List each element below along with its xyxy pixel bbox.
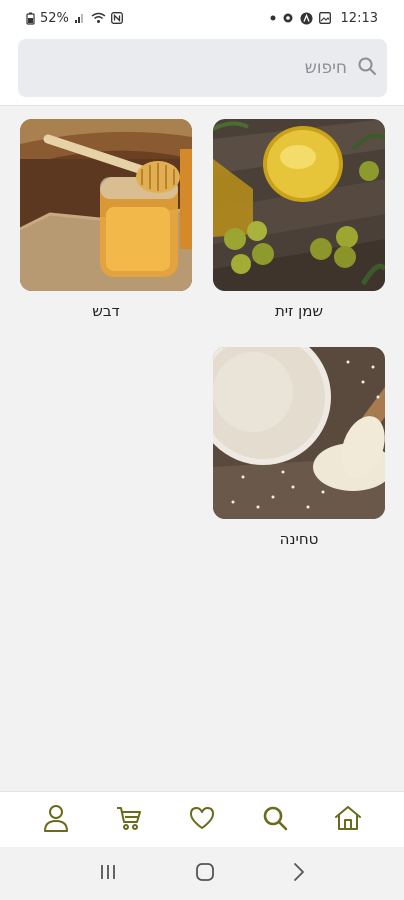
category-card-olive-oil[interactable]: שמן זית bbox=[213, 119, 385, 320]
wifi-icon bbox=[91, 12, 106, 24]
clock: 12:13 bbox=[340, 10, 378, 26]
nav-home[interactable] bbox=[326, 798, 370, 842]
nav-profile[interactable] bbox=[34, 798, 78, 842]
search-header: חיפוש bbox=[0, 36, 404, 106]
search-field[interactable]: חיפוש bbox=[18, 39, 387, 97]
search-placeholder: חיפוש bbox=[304, 58, 347, 78]
recent-apps-icon[interactable] bbox=[98, 863, 118, 885]
bottom-nav bbox=[0, 791, 404, 847]
honey-image bbox=[20, 119, 192, 291]
category-card-honey[interactable]: דבש bbox=[20, 119, 192, 320]
battery-level: 52% bbox=[40, 10, 69, 26]
battery-icon bbox=[26, 12, 35, 25]
home-icon bbox=[334, 805, 362, 835]
heart-icon bbox=[189, 806, 215, 834]
signal-icon bbox=[74, 12, 86, 24]
cart-icon bbox=[116, 805, 142, 835]
nfc-icon bbox=[110, 12, 123, 24]
search-icon bbox=[357, 56, 377, 80]
search-icon bbox=[262, 805, 288, 835]
nav-cart[interactable] bbox=[107, 798, 151, 842]
category-label-tahini: טחינה bbox=[279, 530, 319, 548]
tahini-image bbox=[213, 347, 385, 519]
user-icon bbox=[43, 804, 69, 836]
settings-icon bbox=[282, 12, 294, 24]
status-bar: 52% 12:13 bbox=[0, 0, 404, 36]
back-icon[interactable] bbox=[292, 862, 306, 886]
nav-search[interactable] bbox=[253, 798, 297, 842]
app-icon bbox=[300, 12, 313, 25]
olive-oil-image bbox=[213, 119, 385, 291]
gallery-icon bbox=[318, 12, 331, 24]
category-label-honey: דבש bbox=[92, 302, 120, 320]
home-circle-icon[interactable] bbox=[195, 862, 215, 886]
system-nav bbox=[0, 847, 404, 900]
category-card-tahini[interactable]: טחינה bbox=[213, 347, 385, 548]
category-label-olive-oil: שמן זית bbox=[274, 302, 324, 320]
dot-icon bbox=[270, 15, 276, 21]
nav-favorites[interactable] bbox=[180, 798, 224, 842]
